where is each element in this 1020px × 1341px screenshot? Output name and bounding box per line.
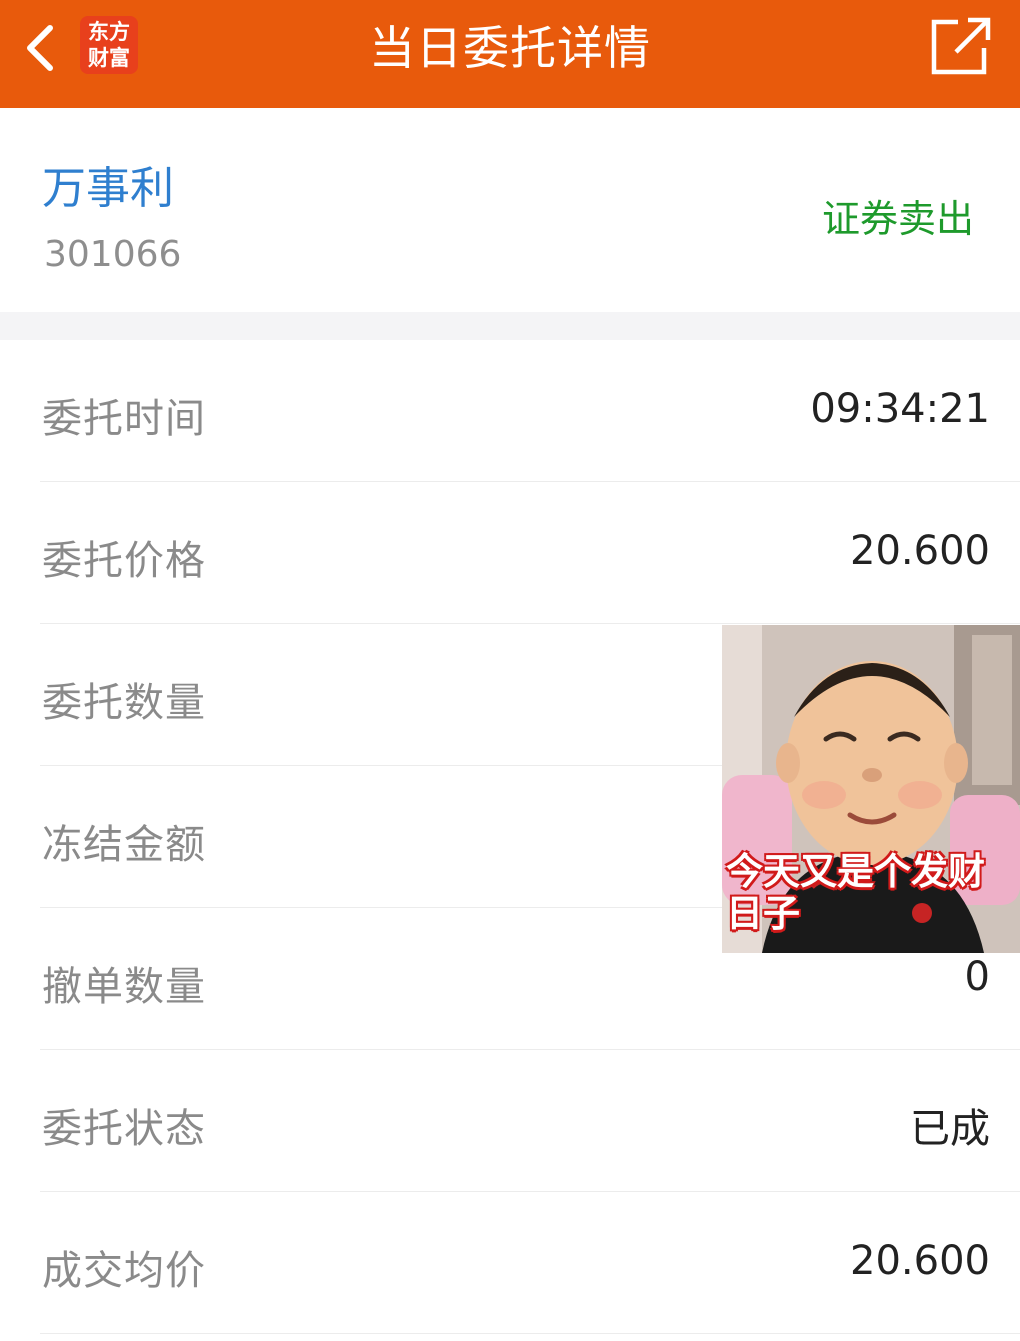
row-divider	[40, 1333, 1020, 1334]
detail-row-order-status: 委托状态 已成	[0, 1050, 1020, 1192]
detail-row-order-time: 委托时间 09:34:21	[0, 340, 1020, 482]
share-button[interactable]	[928, 16, 992, 78]
detail-label: 撤单数量	[42, 964, 206, 1010]
detail-value: 已成	[910, 1106, 990, 1152]
sticker-caption-line1: 今天又是个发财	[726, 850, 985, 893]
detail-label: 委托数量	[42, 680, 206, 726]
detail-label: 委托价格	[42, 538, 206, 584]
detail-value: 09:34:21	[810, 386, 990, 432]
stock-code: 301066	[44, 234, 182, 275]
detail-label: 成交均价	[42, 1248, 206, 1294]
top-bar: 东方 财富 当日委托详情	[0, 0, 1020, 108]
baby-meme-sticker: 今天又是个发财 日子	[722, 625, 1020, 953]
share-external-icon	[931, 17, 991, 75]
detail-label: 委托时间	[42, 396, 206, 442]
sticker-caption: 今天又是个发财 日子	[726, 851, 1020, 935]
section-separator	[0, 312, 1020, 340]
detail-label: 委托状态	[42, 1106, 206, 1152]
detail-row-order-price: 委托价格 20.600	[0, 482, 1020, 624]
detail-row-average-price: 成交均价 20.600	[0, 1192, 1020, 1334]
detail-value: 20.600	[850, 1238, 990, 1284]
stock-info: 万事利 301066 证券卖出	[0, 108, 1020, 312]
stock-name[interactable]: 万事利	[42, 152, 174, 216]
detail-value: 0	[964, 954, 990, 1000]
detail-value: 20.600	[850, 528, 990, 574]
page-title: 当日委托详情	[369, 21, 651, 75]
sticker-caption-line2: 日子	[726, 892, 800, 935]
detail-label: 冻结金额	[42, 822, 206, 868]
order-direction: 证券卖出	[821, 197, 974, 241]
